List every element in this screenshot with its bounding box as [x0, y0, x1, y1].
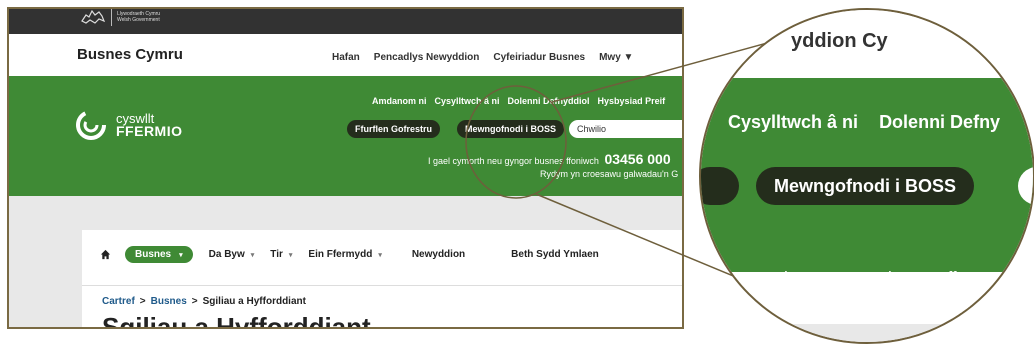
- zoom-utility-link[interactable]: Cysylltwch â ni: [728, 112, 858, 132]
- zoom-boss-login-button[interactable]: Mewngofnodi i BOSS: [756, 167, 974, 205]
- zoom-lens: yddion Cy Cysylltwch â ni Dolenni Defny …: [699, 8, 1034, 344]
- zoom-grey-band: [701, 324, 1033, 342]
- zoom-contact-text: cymorth neu gyngor busnes ffo: [733, 268, 967, 287]
- zoom-register-button-edge[interactable]: [701, 167, 739, 205]
- zoom-utility-nav: Cysylltwch â ni Dolenni Defny: [728, 112, 1016, 133]
- zoom-top-nav: yddion Cy: [791, 30, 888, 52]
- zoom-welcome-text: Rydym y: [921, 300, 988, 319]
- zoom-utility-link[interactable]: Dolenni Defny: [879, 112, 1000, 132]
- zoom-source-ellipse: [465, 85, 567, 199]
